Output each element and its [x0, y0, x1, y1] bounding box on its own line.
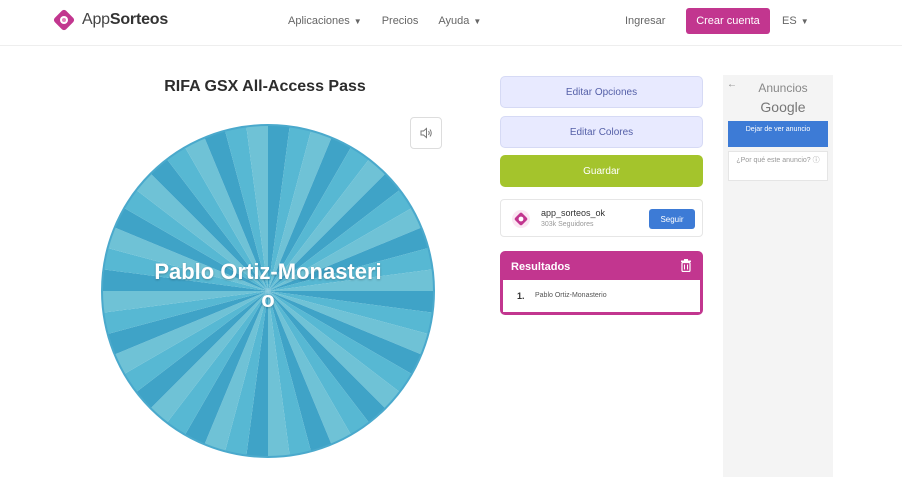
- edit-options-button[interactable]: Editar Opciones: [500, 76, 703, 108]
- results-panel: Resultados 1. Pablo Ortiz-Monasterio: [500, 251, 703, 315]
- edit-colors-button[interactable]: Editar Colores: [500, 116, 703, 148]
- nav-precios[interactable]: Precios: [382, 15, 419, 27]
- stop-ad-button[interactable]: Dejar de ver anuncio: [728, 121, 828, 147]
- chevron-down-icon: ▼: [800, 16, 809, 26]
- chevron-down-icon: ▼: [353, 16, 362, 26]
- main-nav: Aplicaciones ▼ Precios Ayuda ▼: [288, 15, 481, 27]
- ads-label: Anuncios: [758, 81, 808, 95]
- follower-count: 303k Seguidores: [541, 221, 594, 228]
- account-avatar: [511, 209, 531, 229]
- why-ad-link[interactable]: ¿Por qué este anuncio? ⓘ: [728, 151, 828, 181]
- follow-button[interactable]: Seguir: [649, 209, 695, 229]
- chevron-down-icon: ▼: [473, 16, 482, 26]
- app-logo[interactable]: AppSorteos: [52, 8, 168, 32]
- save-button[interactable]: Guardar: [500, 155, 703, 187]
- nav-ayuda[interactable]: Ayuda ▼: [438, 15, 481, 27]
- results-title: Resultados: [511, 261, 571, 273]
- language-selector[interactable]: ES ▼: [782, 15, 809, 27]
- account-username[interactable]: app_sorteos_ok: [541, 208, 605, 218]
- winner-name: Pablo Ortiz-Monasteri o: [154, 259, 382, 312]
- logo-icon: [52, 8, 76, 32]
- result-number: 1.: [517, 291, 525, 301]
- nav-aplicaciones[interactable]: Aplicaciones ▼: [288, 15, 362, 27]
- logo-text: AppSorteos: [82, 11, 169, 28]
- google-label: Google: [760, 99, 806, 115]
- results-list: 1. Pablo Ortiz-Monasterio: [503, 280, 700, 312]
- ad-sidebar: ← Anuncios Google Dejar de ver anuncio ¿…: [723, 75, 833, 477]
- top-header: AppSorteos Aplicaciones ▼ Precios Ayuda ▼ …: [0, 0, 902, 46]
- wheel-title: RIFA GSX All-Access Pass: [164, 78, 366, 95]
- signup-button[interactable]: Crear cuenta: [686, 8, 770, 34]
- instagram-follow-card: app_sorteos_ok 303k Seguidores Seguir: [500, 199, 703, 237]
- login-link[interactable]: Ingresar: [625, 15, 665, 27]
- result-name: Pablo Ortiz-Monasterio: [535, 292, 607, 299]
- trash-icon[interactable]: [680, 259, 692, 273]
